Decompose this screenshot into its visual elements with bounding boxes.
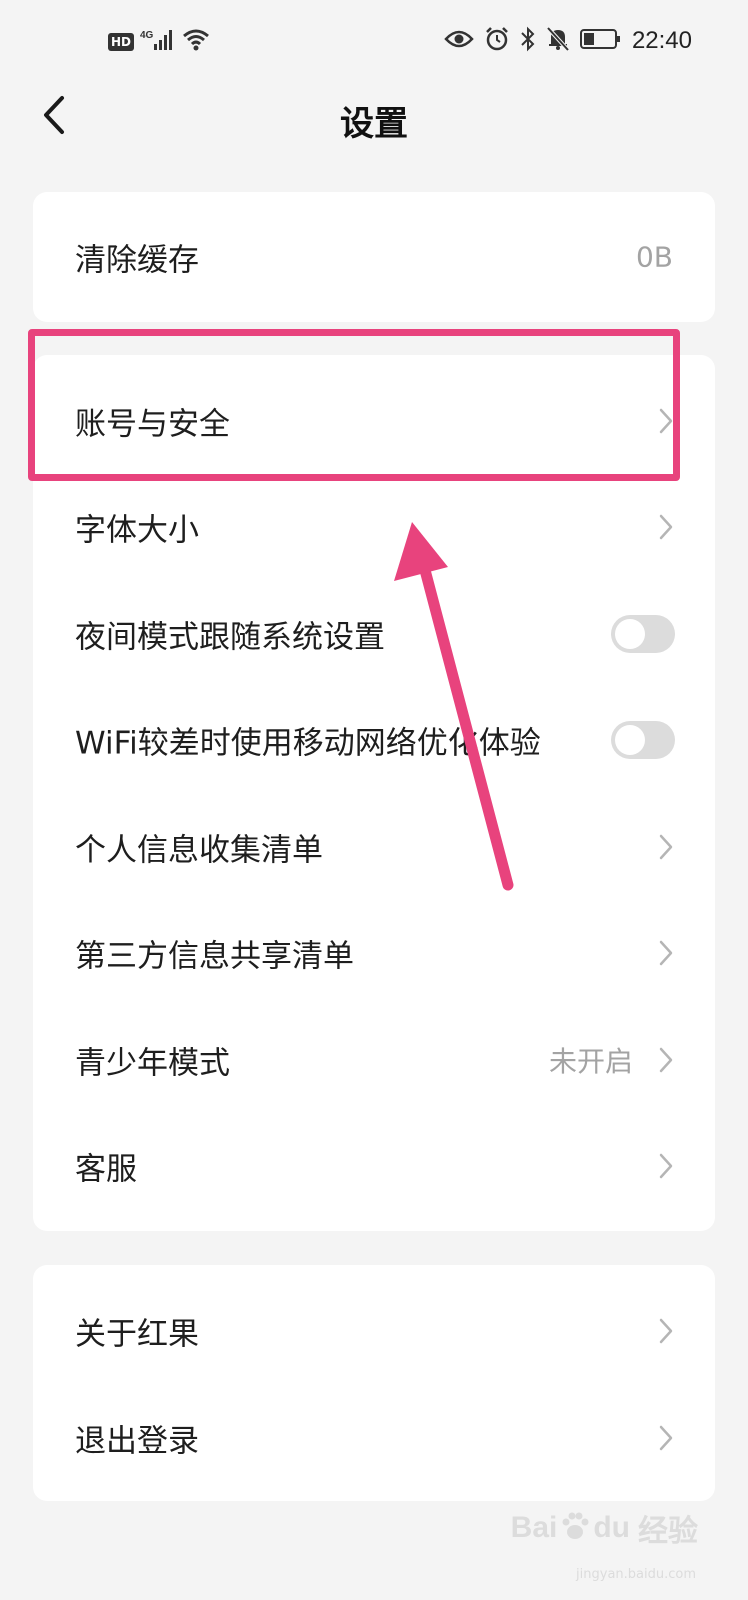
paw-icon bbox=[561, 1511, 589, 1545]
watermark-text-bai: Bai bbox=[510, 1511, 558, 1544]
annotation-arrow bbox=[394, 522, 514, 891]
watermark-url: jingyan.baidu.com bbox=[576, 1567, 696, 1582]
watermark-text-jingyan: 经验 bbox=[638, 1515, 698, 1548]
baidu-watermark: Bai du 经验 bbox=[511, 1506, 698, 1550]
watermark-text-du: du bbox=[593, 1511, 630, 1544]
